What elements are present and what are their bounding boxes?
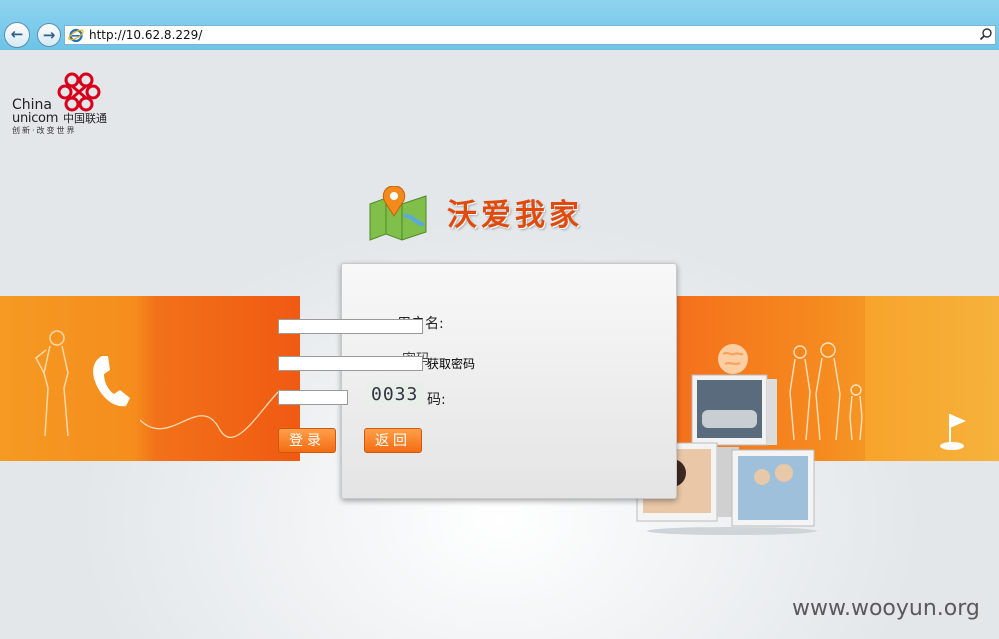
captcha-field[interactable] [278,390,348,405]
username-field[interactable] [278,319,423,334]
golf-flag-icon [940,414,966,450]
browser-toolbar: ← → http://10.62.8.229/ [0,0,999,50]
address-bar[interactable]: http://10.62.8.229/ [64,25,996,45]
cable-line-icon [140,389,281,438]
right-orange-banner-end [865,296,999,461]
watermark-text: www.wooyun.org [792,596,980,621]
phone-icon [93,356,130,407]
password-field[interactable] [278,356,423,371]
url-text[interactable]: http://10.62.8.229/ [89,27,202,43]
back-button[interactable]: 返回 [364,428,422,453]
person-outline-icon [35,330,69,437]
search-icon[interactable] [979,27,993,41]
login-button[interactable]: 登录 [278,428,336,453]
login-page: China unicom 中国联通 创新·改变世界 沃爱我家 用户名: 密码 码… [0,50,999,639]
captcha-code: 0033 [371,384,419,405]
logo-chinese-name: 中国联通 [63,112,107,125]
get-password-link[interactable]: 获取密码 [427,356,475,372]
captcha-label: 码: [427,392,446,408]
app-title: 沃爱我家 [447,198,583,233]
back-arrow-icon[interactable]: ← [4,22,30,48]
forward-arrow-icon[interactable]: → [37,23,61,47]
logo-slogan: 创新·改变世界 [12,126,77,135]
map-pin-icon [369,186,427,241]
logo-unicom-text: unicom [12,111,59,126]
logo-china-text: China [12,97,52,113]
login-panel [341,263,677,499]
ie-icon [68,28,84,43]
